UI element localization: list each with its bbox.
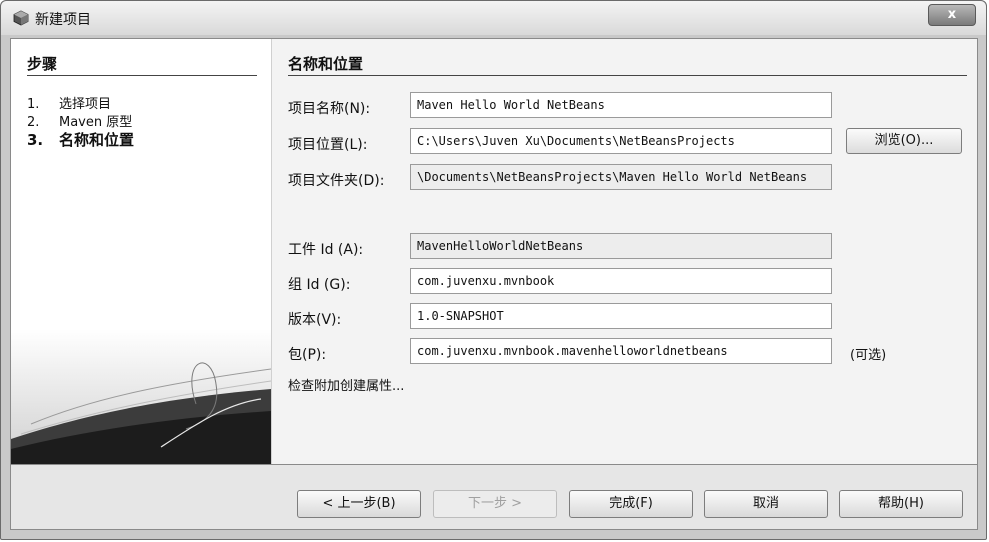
step-number: 3. [27,131,44,149]
cancel-button[interactable]: 取消 [704,490,828,518]
step-label: Maven 原型 [59,115,133,130]
project-location-input[interactable]: C:\Users\Juven Xu\Documents\NetBeansProj… [410,128,832,154]
new-project-dialog: 新建项目 x 步骤 1. 选择项目 2. Maven 原型 3. 名称和位置 名… [0,0,987,540]
section-divider [288,75,967,76]
steps-heading: 步骤 [27,55,58,73]
steps-divider [27,75,257,76]
step-item-name-location: 3. 名称和位置 [27,129,134,150]
window-title: 新建项目 [35,12,91,28]
dialog-body: 步骤 1. 选择项目 2. Maven 原型 3. 名称和位置 名称和位置 项目… [10,38,978,530]
artifact-id-field: MavenHelloWorldNetBeans [410,233,832,259]
title-bar[interactable]: 新建项目 x [1,1,986,35]
project-location-label: 项目位置(L): [288,137,368,153]
help-button[interactable]: 帮助(H) [839,490,963,518]
project-folder-field: \Documents\NetBeansProjects\Maven Hello … [410,164,832,190]
netbeans-cube-icon [13,10,29,26]
button-bar: < 上一步(B) 下一步 > 完成(F) 取消 帮助(H) [11,464,977,529]
version-label: 版本(V): [288,312,342,328]
additional-properties-link[interactable]: 检查附加创建属性... [288,375,404,394]
package-input[interactable]: com.juvenxu.mvnbook.mavenhelloworldnetbe… [410,338,832,364]
step-label: 名称和位置 [59,131,135,149]
package-label: 包(P): [288,347,327,363]
group-id-label: 组 Id (G): [288,277,351,293]
back-button[interactable]: < 上一步(B) [297,490,421,518]
decorative-swoosh-graphic [11,329,271,464]
step-label: 选择项目 [59,97,112,112]
steps-panel: 步骤 1. 选择项目 2. Maven 原型 3. 名称和位置 [11,39,271,464]
group-id-input[interactable]: com.juvenxu.mvnbook [410,268,832,294]
project-name-input[interactable]: Maven Hello World NetBeans [410,92,832,118]
step-item-choose-project: 1. 选择项目 [27,93,111,112]
finish-button[interactable]: 完成(F) [569,490,693,518]
name-location-panel: 名称和位置 项目名称(N): Maven Hello World NetBean… [271,39,977,464]
version-input[interactable]: 1.0-SNAPSHOT [410,303,832,329]
project-folder-label: 项目文件夹(D): [288,173,385,189]
section-heading: 名称和位置 [288,55,364,73]
artifact-id-label: 工件 Id (A): [288,242,364,258]
step-item-maven-archetype: 2. Maven 原型 [27,111,132,130]
browse-button[interactable]: 浏览(O)... [846,128,962,154]
project-name-label: 项目名称(N): [288,101,371,117]
optional-note: (可选) [850,348,887,363]
step-number: 2. [27,115,40,130]
next-button[interactable]: 下一步 > [433,490,557,518]
close-button[interactable]: x [928,4,976,26]
step-number: 1. [27,97,40,112]
